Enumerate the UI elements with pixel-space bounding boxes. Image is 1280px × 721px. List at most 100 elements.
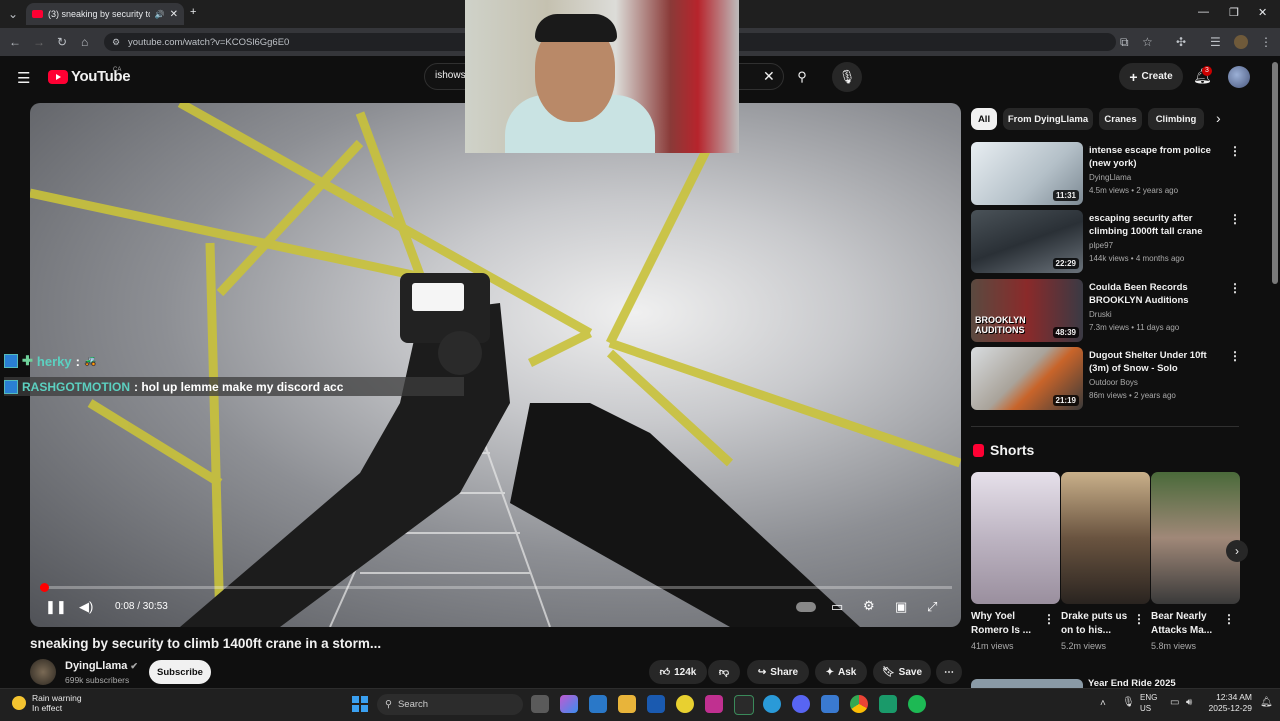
short-thumbnail-1[interactable] [971,472,1060,604]
notification-center-icon[interactable]: 🔔︎ [1260,697,1273,708]
weather-widget[interactable]: Rain warning In effect [12,693,82,713]
tray-overflow-icon[interactable]: ˄ [1100,698,1106,709]
chip-climbing[interactable]: Climbing [1148,108,1204,130]
search-button[interactable]: ⚲ [787,62,817,92]
account-avatar[interactable] [1228,66,1250,88]
system-clock[interactable]: 12:34 AM 2025-12-29 [1206,692,1252,714]
taskbar-search-placeholder: Search [397,699,429,710]
voice-search-button[interactable]: 🎙 [832,62,862,92]
theater-mode-icon[interactable]: ▣ [895,599,907,615]
spotify-icon[interactable] [908,695,926,713]
like-button[interactable]: 👍︎ 124k [649,660,707,684]
app-icon-3[interactable] [734,695,754,715]
forward-icon[interactable]: → [33,35,45,49]
window-close-icon[interactable]: ✕ [1258,6,1267,19]
short-thumbnail-3[interactable] [1151,472,1240,604]
back-icon[interactable]: ← [9,35,21,49]
task-view-icon[interactable] [531,695,549,713]
related-video-2[interactable]: 22:29 escaping security after climbing 1… [971,210,1241,274]
volume-icon[interactable]: ◀) [79,599,93,615]
channel-avatar[interactable] [30,659,56,685]
home-icon[interactable]: ⌂ [81,35,88,49]
more-vertical-icon[interactable]: ⋮ [1223,612,1235,626]
new-tab-icon[interactable]: + [190,6,196,18]
edge-icon[interactable] [763,695,781,713]
tab-audio-icon[interactable]: 🔊 [155,10,165,19]
app-icon-2[interactable] [705,695,723,713]
shorts-next-button[interactable]: › [1226,540,1248,562]
browser-menu-icon[interactable]: ⋮ [1260,35,1272,49]
more-actions-button[interactable]: ⋯ [936,660,962,684]
ask-button[interactable]: ✦ Ask [815,660,867,684]
language-indicator[interactable]: ENG US [1140,692,1157,714]
language-line-2: US [1140,704,1152,713]
reload-icon[interactable]: ↻ [57,35,67,49]
progress-bar[interactable] [40,586,952,589]
maximize-icon[interactable]: ❐ [1229,6,1239,19]
short-thumbnail-2[interactable] [1061,472,1150,604]
chrome-icon[interactable] [850,695,868,713]
extensions-icon[interactable]: ✣ [1176,35,1186,49]
tray-mic-icon[interactable]: 🎙︎ [1122,697,1135,708]
more-vertical-icon[interactable]: ⋮ [1133,612,1145,626]
windows-start-icon[interactable] [352,696,368,712]
create-button[interactable]: + Create [1119,63,1183,90]
next-video-thumbnail[interactable] [971,679,1083,688]
bookmark-star-icon[interactable]: ☆ [1142,35,1153,49]
dislike-button[interactable]: 👎︎ [708,660,740,684]
taskbar-search[interactable]: ⚲ Search [377,694,523,715]
tab-close-icon[interactable]: ✕ [170,9,178,20]
chevron-right-icon[interactable]: › [1216,110,1221,126]
chip-cranes[interactable]: Cranes [1099,108,1142,130]
share-button[interactable]: ↪ Share [747,660,809,684]
settings-gear-icon[interactable]: ⚙ [863,598,875,614]
profile-avatar[interactable] [1234,35,1248,49]
autoplay-toggle[interactable] [796,602,816,612]
share-icon: ↪ [757,666,767,678]
related-video-3[interactable]: BROOKLYN AUDITIONS 48:39 Coulda Been Rec… [971,279,1241,343]
install-app-icon[interactable]: ⧉ [1120,35,1129,49]
short-title-2[interactable]: Drake puts us on to his... [1061,610,1133,638]
minimize-icon[interactable]: — [1198,6,1209,18]
more-vertical-icon[interactable]: ⋮ [1229,281,1241,295]
app-icon-4[interactable] [821,695,839,713]
youtube-play-icon [48,69,68,84]
hamburger-menu-icon[interactable]: ☰ [17,69,30,87]
short-title-3[interactable]: Bear Nearly Attacks Ma... [1151,610,1223,638]
related-video-4[interactable]: 21:19 Dugout Shelter Under 10ft (3m) of … [971,347,1241,411]
fullscreen-icon[interactable]: ⤢ [927,599,937,615]
app-icon-5[interactable] [879,695,897,713]
more-vertical-icon[interactable]: ⋮ [1229,212,1241,226]
channel-name[interactable]: DyingLlama ✔ [65,660,138,672]
thumbs-up-icon: 👍︎ [659,667,671,678]
copilot-icon[interactable] [560,695,578,713]
progress-scrubber-handle[interactable] [40,583,49,592]
country-code: CA [113,67,122,73]
subscribe-button[interactable]: Subscribe [149,660,211,684]
divider [971,426,1239,427]
widgets-icon[interactable] [589,695,607,713]
file-explorer-icon[interactable] [618,695,636,713]
volume-tray-icon[interactable]: 🔊︎ [1186,697,1192,708]
more-vertical-icon[interactable]: ⋮ [1043,612,1055,626]
page-scrollbar[interactable] [1272,62,1278,284]
browser-tab[interactable]: (3) sneaking by security to 🔊 ✕ [26,3,184,25]
related-video-1[interactable]: 11:31 intense escape from police (new yo… [971,142,1241,206]
site-info-icon[interactable]: ⚙ [112,35,120,49]
chat-emote-icon: 🚜 [83,355,97,367]
discord-icon[interactable] [792,695,810,713]
tab-list-icon[interactable]: ⌄ [8,7,18,21]
short-title-1[interactable]: Why Yoel Romero Is ... [971,610,1043,638]
chip-all[interactable]: All [971,108,997,130]
subtitles-icon[interactable]: ▭ [831,599,843,615]
clear-search-icon[interactable]: ✕ [763,68,775,85]
media-controls-icon[interactable]: ☰ [1210,35,1221,49]
save-button[interactable]: 🔖︎ Save [873,660,931,684]
network-icon[interactable]: ▭ [1170,697,1179,708]
more-vertical-icon[interactable]: ⋮ [1229,144,1241,158]
more-vertical-icon[interactable]: ⋮ [1229,349,1241,363]
chip-from-dyingllama[interactable]: From DyingLlama [1003,108,1093,130]
outlook-icon[interactable] [647,695,665,713]
pause-icon[interactable]: ❚❚ [45,599,67,615]
app-icon-1[interactable] [676,695,694,713]
